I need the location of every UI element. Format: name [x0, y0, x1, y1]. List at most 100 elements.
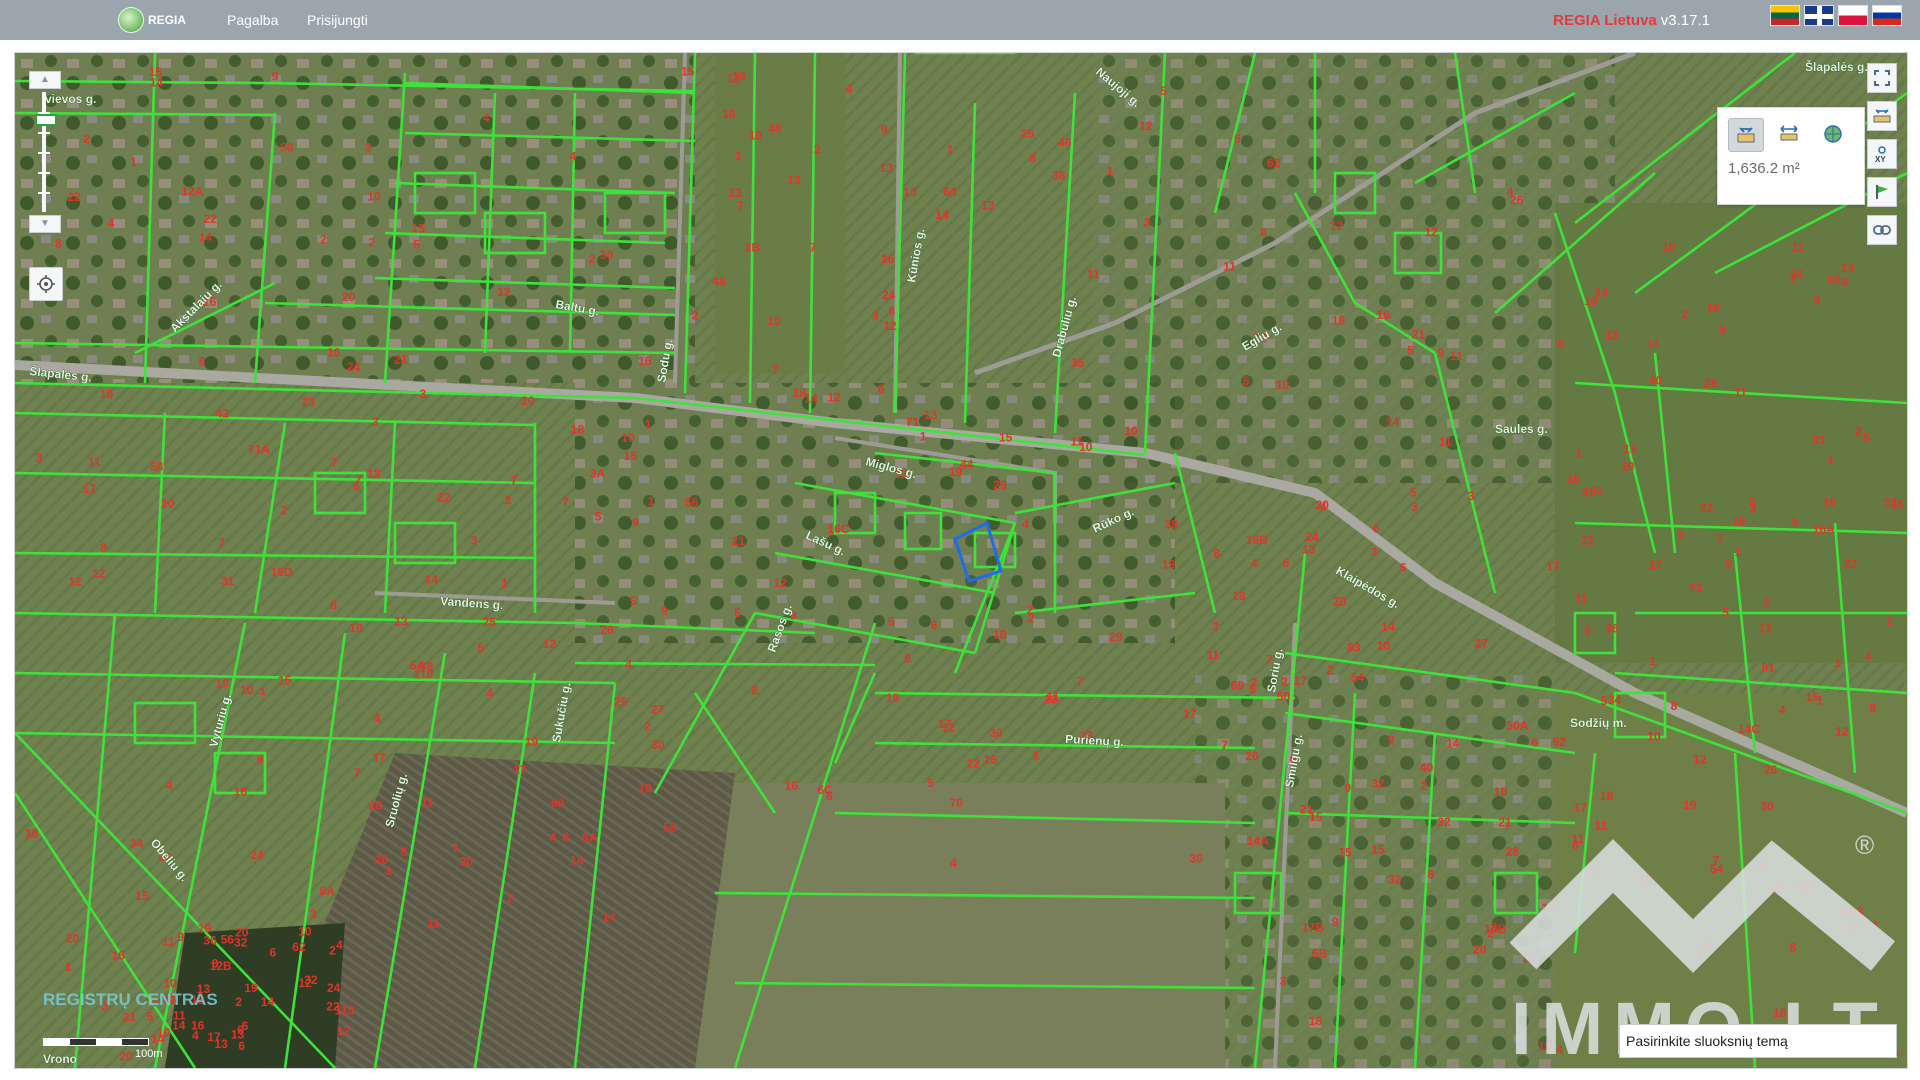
regia-logo[interactable]: REGIA [118, 6, 186, 34]
parcel-number-label: 18 [993, 628, 1007, 642]
parcel-number-label: 16 [785, 779, 799, 793]
nav-login-link[interactable]: Prisijungti [307, 12, 368, 28]
parcel-number-label: 14 [1446, 736, 1460, 750]
parcel-number-label: 18 [1600, 789, 1614, 803]
parcel-number-label: 10 [367, 190, 381, 204]
parcel-number-label: 13 [787, 173, 801, 187]
parcel-number-label: 17 [938, 717, 952, 731]
measure-point-button[interactable] [1816, 118, 1850, 150]
parcel-number-label: 3 [471, 534, 478, 548]
locate-button[interactable] [29, 267, 63, 301]
svg-text:XY: XY [1875, 155, 1886, 163]
parcel-number-label: 11 [1575, 591, 1588, 605]
parcel-number-label: 9 [1388, 733, 1395, 747]
parcel-number-label: 19 [244, 981, 258, 995]
parcel-number-label: 8 [400, 845, 407, 859]
zoom-in-button[interactable]: ▲ [29, 71, 61, 89]
parcel-number-label: 3 [365, 141, 372, 155]
parcel-number-label: 10 [904, 185, 918, 199]
layer-theme-select[interactable]: Pasirinkite sluoksnių temą [1619, 1024, 1897, 1058]
parcel-number-label: 19 [1624, 442, 1638, 456]
parcel-number-label: 3 [372, 415, 379, 429]
parcel-number-label: 6 [931, 618, 938, 632]
parcel-number-label: 13 [1846, 918, 1860, 932]
parcel-number-label: 30 [1760, 800, 1774, 814]
parcel-number-label: 10 [749, 128, 763, 142]
street-label: Vrono [43, 1052, 77, 1066]
field-center-south [695, 783, 1225, 1068]
parcel-number-label: 3 [310, 907, 317, 921]
parcel-number-label: 12 [1330, 219, 1344, 233]
parcel-number-label: 5 [413, 238, 420, 252]
zoom-slider[interactable] [29, 92, 59, 212]
parcel-number-label: 10 [1707, 301, 1721, 315]
parcel-number-label: 15 [999, 430, 1013, 444]
parcel-number-label: 48 [712, 275, 726, 289]
parcel-number-label: 24 [882, 288, 896, 302]
parcel-number-label: 9 [632, 516, 639, 530]
parcel-number-label: 14C [1738, 722, 1760, 736]
parcel-number-label: 20 [521, 394, 535, 408]
zoom-tick [38, 152, 50, 154]
parcel-number-label: 6 [1531, 736, 1538, 750]
parcel-number-label: 5 [630, 594, 637, 608]
parcel-number-label: 42 [215, 407, 229, 421]
parcel-number-label: 71 [906, 415, 920, 429]
parcel-number-label: 8 [1428, 868, 1435, 882]
parcel-number-label: 10 [1522, 951, 1536, 965]
map-viewport[interactable]: 2 1 11 9 7 5 3 1 10 17 8 15 6 4 2 13 11 10 7 9 6 5 3 4 1 2 18 20 22 2… [14, 52, 1908, 1069]
link-button[interactable] [1867, 215, 1897, 245]
right-toolbar: XY [1867, 63, 1899, 245]
parcel-number-label: 2 [1327, 664, 1334, 678]
parcel-number-label: 34 [1608, 693, 1622, 707]
parcel-number-label: 26 [600, 623, 614, 637]
parcel-number-label: 3 [872, 309, 879, 323]
parcel-number-label: 30 [600, 248, 614, 262]
parcel-number-label: 3 [212, 956, 219, 970]
parcel-number-label: 22 [1700, 501, 1714, 515]
coordinates-button[interactable]: XY [1867, 139, 1897, 169]
street-label: Sodžių m. [1570, 716, 1627, 730]
flag-pl-icon[interactable] [1838, 5, 1868, 26]
flag-ru-icon[interactable] [1872, 5, 1902, 26]
parcel-number-label: 1 [65, 960, 72, 974]
measure-distance-button[interactable] [1772, 118, 1806, 150]
parcel-number-label: 10 [216, 677, 230, 691]
parcel-number-label: 9 [257, 754, 264, 768]
parcel-number-label: 81 [1762, 661, 1776, 675]
parcel-number-label: 8 [1213, 547, 1220, 561]
parcel-number-label: 11 [1439, 434, 1452, 448]
parcel-number-label: 15 [624, 449, 638, 463]
parcel-number-label: 71A [248, 443, 270, 457]
parcel-number-label: 9 [881, 122, 888, 136]
parcel-number-label: 10 [240, 683, 254, 697]
parcel-number-label: 21 [732, 534, 746, 548]
parcel-number-label: 3 [1280, 974, 1287, 988]
nav-help-link[interactable]: Pagalba [227, 12, 278, 28]
parcel-number-label: 2 [507, 891, 514, 905]
parcel-number-label: 11 [1206, 648, 1219, 662]
parcel-number-label: 2 [1855, 424, 1862, 438]
measure-area-button[interactable] [1728, 118, 1764, 152]
parcel-number-label: 17 [1574, 800, 1588, 814]
map-canvas[interactable]: 2111975311017815642131110796534121820222… [15, 53, 1907, 1068]
parcel-number-label: 30 [1190, 851, 1204, 865]
flag-lt-icon[interactable] [1770, 5, 1800, 26]
parcel-number-label: 50 [1277, 689, 1291, 703]
parcel-number-label: 24 [347, 360, 361, 374]
parcel-number-label: 46 [1058, 135, 1072, 149]
parcel-number-label: 17 [1546, 560, 1560, 574]
parcel-number-label: 29 [1109, 630, 1123, 644]
parcel-number-label: 23 [1044, 693, 1058, 707]
fullscreen-button[interactable] [1867, 63, 1897, 93]
parcel-number-label: 2 [1678, 528, 1685, 542]
parcel-number-label: 10 [298, 925, 312, 939]
parcel-number-label: 11 [1450, 349, 1463, 363]
flag-en-icon[interactable] [1804, 5, 1834, 26]
parcel-number-label: 8 [1790, 940, 1797, 954]
flag-marker-button[interactable] [1867, 177, 1897, 207]
parcel-number-label: 20 [1621, 460, 1635, 474]
zoom-slider-thumb[interactable] [35, 114, 57, 126]
measure-tool-button[interactable] [1867, 101, 1897, 131]
zoom-out-button[interactable]: ▼ [29, 215, 61, 233]
